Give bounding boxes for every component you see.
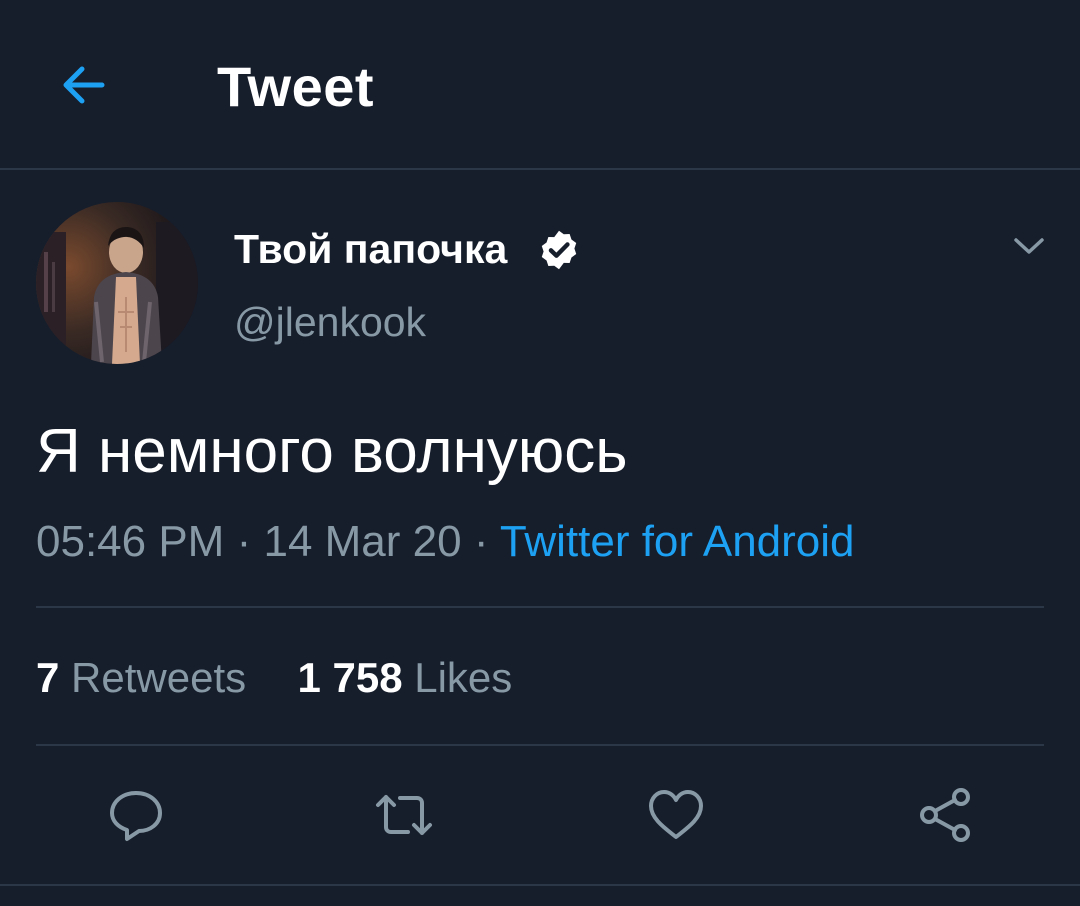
tweet-text: Я немного волнуюсь [36,417,628,486]
page-title: Tweet [217,55,375,118]
retweets-stat[interactable]: 7 Retweets [36,654,258,701]
author-display-name[interactable]: Твой папочка [234,222,507,276]
meta-separator: · [236,517,252,566]
tweet-stats: 7 Retweets 1 758 Likes [36,650,512,706]
tweet-date: 14 Mar 20 [263,517,462,566]
retweets-label: Retweets [71,654,247,701]
meta-divider [36,606,1044,608]
stats-divider [36,744,1044,746]
retweet-button[interactable] [373,784,435,846]
likes-label: Likes [414,654,513,701]
likes-stat[interactable]: 1 758 Likes [297,654,512,701]
author-handle[interactable]: @jlenkook [234,295,426,349]
chevron-down-icon [1014,238,1044,254]
tweet-meta: 05:46 PM · 14 Mar 20 · Twitter for Andro… [36,513,855,571]
avatar[interactable] [36,202,198,364]
like-button[interactable] [645,784,707,846]
back-button[interactable] [52,52,118,118]
share-icon [920,788,970,842]
header-divider [0,168,1080,170]
profile-photo [36,202,198,364]
tweet-time: 05:46 PM [36,517,225,566]
reply-icon [110,791,162,841]
reply-button[interactable] [105,784,167,846]
like-icon [649,790,703,839]
top-app-bar: Tweet [0,0,1080,169]
retweets-count: 7 [36,654,60,701]
tweet-detail-screen: Tweet Твой папочка @jlenkook Я немного в… [0,0,1080,906]
actions-divider [0,884,1080,886]
verified-badge-icon [537,228,581,272]
meta-separator: · [473,517,489,566]
tweet-options-button[interactable] [1005,222,1053,270]
retweet-icon [376,795,432,835]
tweet-source-link[interactable]: Twitter for Android [500,517,855,566]
arrow-left-icon [63,66,105,104]
share-button[interactable] [914,784,976,846]
likes-count: 1 758 [297,654,403,701]
